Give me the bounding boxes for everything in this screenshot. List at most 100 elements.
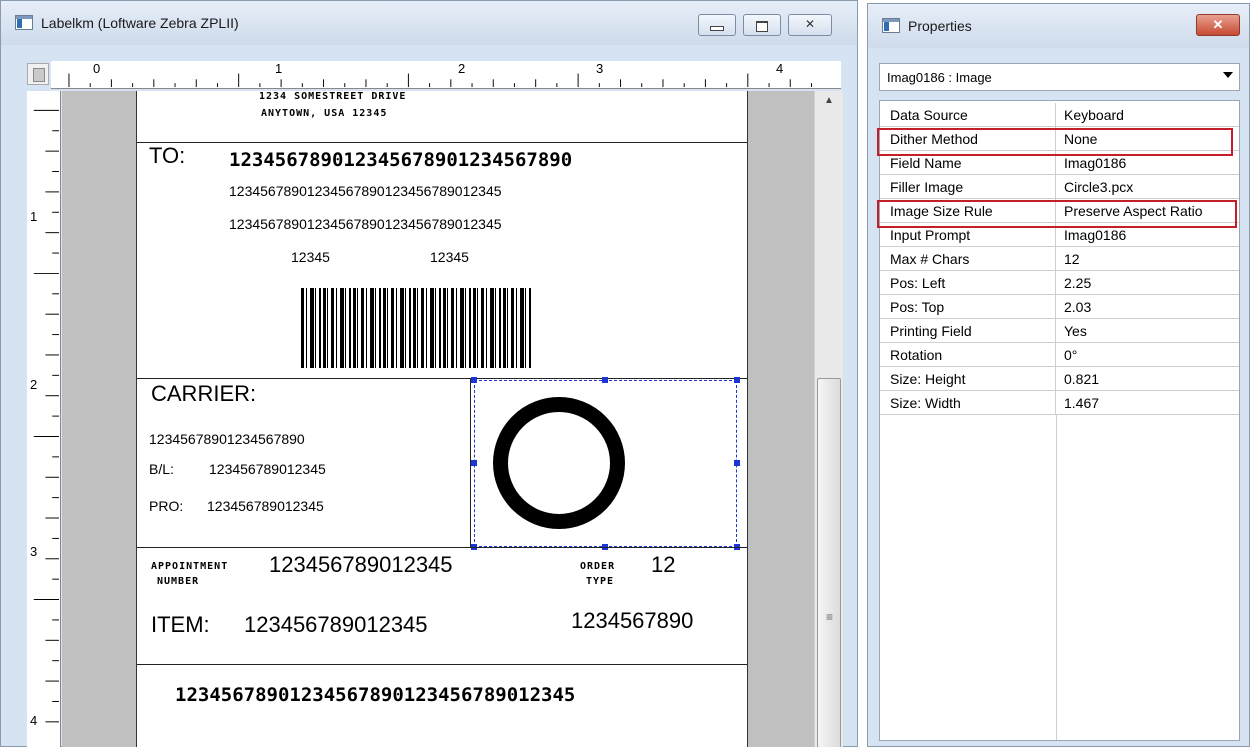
property-name: Rotation: [880, 343, 1056, 366]
property-value[interactable]: 12: [1056, 247, 1239, 270]
pro-label[interactable]: PRO:: [149, 498, 183, 514]
design-canvas[interactable]: 1234 SOMESTREET DRIVE ANYTOWN, USA 12345…: [62, 91, 814, 747]
to-label[interactable]: TO:: [149, 143, 185, 169]
pro-value[interactable]: 123456789012345: [207, 498, 324, 514]
property-name: Size: Width: [880, 391, 1056, 414]
property-row[interactable]: Size: Height 0.821: [880, 367, 1239, 391]
grip-icon: ≡: [826, 610, 834, 624]
property-value[interactable]: 1.467: [1056, 391, 1239, 414]
resize-handle-ne[interactable]: [734, 377, 740, 383]
close-icon: ✕: [1212, 17, 1224, 32]
property-name: Data Source: [880, 103, 1056, 126]
shipping-label[interactable]: 1234 SOMESTREET DRIVE ANYTOWN, USA 12345…: [136, 91, 748, 747]
h-ruler-label-0: 0: [93, 61, 101, 76]
property-value[interactable]: Circle3.pcx: [1056, 175, 1239, 198]
property-name: Size: Height: [880, 367, 1056, 390]
v-ruler-label-1: 1: [30, 209, 38, 224]
v-ruler-label-3: 3: [30, 544, 38, 559]
carrier-value[interactable]: 12345678901234567890: [149, 431, 305, 447]
horizontal-ruler: [51, 61, 841, 89]
close-button[interactable]: ✕: [788, 14, 832, 36]
appointment-value[interactable]: 123456789012345: [269, 552, 453, 578]
scroll-up-icon[interactable]: ▲: [815, 95, 843, 115]
to-value[interactable]: 123456789012345678901234567890: [229, 149, 572, 171]
item-right-value[interactable]: 1234567890: [571, 608, 693, 634]
item-label[interactable]: ITEM:: [151, 612, 210, 638]
address-field-2[interactable]: 12345678901234567890123456789012345: [229, 216, 502, 232]
vertical-scrollbar[interactable]: ▲ ≡: [814, 91, 843, 747]
property-row[interactable]: Pos: Left 2.25: [880, 271, 1239, 295]
object-selector-value: Imag0186 : Image: [887, 70, 992, 85]
column-divider: [1056, 415, 1057, 740]
minimize-button[interactable]: [698, 14, 736, 36]
property-row[interactable]: Pos: Top 2.03: [880, 295, 1239, 319]
maximize-button[interactable]: [743, 14, 781, 36]
properties-title: Properties: [908, 18, 972, 34]
order-value[interactable]: 12: [651, 552, 675, 578]
maximize-icon: [744, 17, 780, 32]
item-value[interactable]: 123456789012345: [244, 612, 428, 638]
chevron-down-icon: [1223, 72, 1233, 78]
barcode[interactable]: [301, 288, 533, 368]
property-value[interactable]: 0°: [1056, 343, 1239, 366]
bl-label[interactable]: B/L:: [149, 461, 174, 477]
h-ruler-label-4: 4: [776, 61, 784, 76]
address-field-1[interactable]: 12345678901234567890123456789012345: [229, 183, 502, 199]
property-value[interactable]: 2.25: [1056, 271, 1239, 294]
properties-window: Properties ✕ Imag0186 : Image Data Sourc…: [867, 3, 1250, 747]
property-name: Max # Chars: [880, 247, 1056, 270]
property-value[interactable]: 2.03: [1056, 295, 1239, 318]
appointment-label-2[interactable]: NUMBER: [157, 576, 199, 587]
property-row[interactable]: Data Source Keyboard: [880, 103, 1239, 127]
close-icon: ✕: [804, 17, 816, 31]
app-icon: [15, 15, 33, 30]
property-value[interactable]: Keyboard: [1056, 103, 1239, 126]
property-row[interactable]: Filler Image Circle3.pcx: [880, 175, 1239, 199]
property-name: Pos: Top: [880, 295, 1056, 318]
address-line-1[interactable]: 1234 SOMESTREET DRIVE: [259, 91, 406, 102]
resize-handle-nw[interactable]: [471, 377, 477, 383]
ruler-corner-button[interactable]: [27, 63, 49, 85]
resize-handle-e[interactable]: [734, 460, 740, 466]
bl-value[interactable]: 123456789012345: [209, 461, 326, 477]
property-row[interactable]: Rotation 0°: [880, 343, 1239, 367]
properties-close-button[interactable]: ✕: [1196, 14, 1240, 36]
divider: [137, 378, 747, 379]
zip-left[interactable]: 12345: [291, 249, 330, 265]
address-line-2[interactable]: ANYTOWN, USA 12345: [261, 108, 387, 119]
h-ruler-label-1: 1: [275, 61, 283, 76]
properties-window-icon: [882, 18, 900, 33]
resize-handle-n[interactable]: [602, 377, 608, 383]
properties-title-bar[interactable]: Properties ✕: [868, 4, 1249, 48]
property-name: Filler Image: [880, 175, 1056, 198]
appointment-label-1[interactable]: APPOINTMENT: [151, 561, 228, 572]
property-grid[interactable]: Data Source Keyboard Dither Method None Fi…: [877, 100, 1240, 741]
divider: [137, 664, 747, 665]
footer-value[interactable]: 12345678901234567890123456789012345: [175, 684, 575, 706]
order-label-1[interactable]: ORDER: [580, 561, 615, 572]
highlight-image-size-rule: [877, 200, 1237, 228]
label-editor-window: Labelkm (Loftware Zebra ZPLII) ✕ 0 1 2 3…: [0, 0, 858, 747]
property-value[interactable]: 0.821: [1056, 367, 1239, 390]
vertical-ruler: [27, 91, 61, 747]
order-label-2[interactable]: TYPE: [586, 576, 614, 587]
window-title: Labelkm (Loftware Zebra ZPLII): [41, 15, 239, 31]
resize-handle-w[interactable]: [471, 460, 477, 466]
property-value[interactable]: Yes: [1056, 319, 1239, 342]
property-row[interactable]: Size: Width 1.467: [880, 391, 1239, 415]
property-name: Printing Field: [880, 319, 1056, 342]
property-name: Pos: Left: [880, 271, 1056, 294]
property-row[interactable]: Printing Field Yes: [880, 319, 1239, 343]
title-bar[interactable]: Labelkm (Loftware Zebra ZPLII) ✕: [1, 1, 857, 45]
property-row[interactable]: Max # Chars 12: [880, 247, 1239, 271]
divider: [137, 547, 747, 548]
zip-right[interactable]: 12345: [430, 249, 469, 265]
scrollbar-thumb[interactable]: ≡: [817, 378, 841, 747]
minimize-icon: [699, 17, 735, 31]
circle-image: [493, 397, 625, 529]
h-ruler-label-3: 3: [596, 61, 604, 76]
v-ruler-label-4: 4: [30, 713, 38, 728]
object-selector-dropdown[interactable]: Imag0186 : Image: [879, 63, 1240, 91]
selected-image-field[interactable]: [471, 377, 740, 550]
carrier-label[interactable]: CARRIER:: [151, 381, 256, 407]
